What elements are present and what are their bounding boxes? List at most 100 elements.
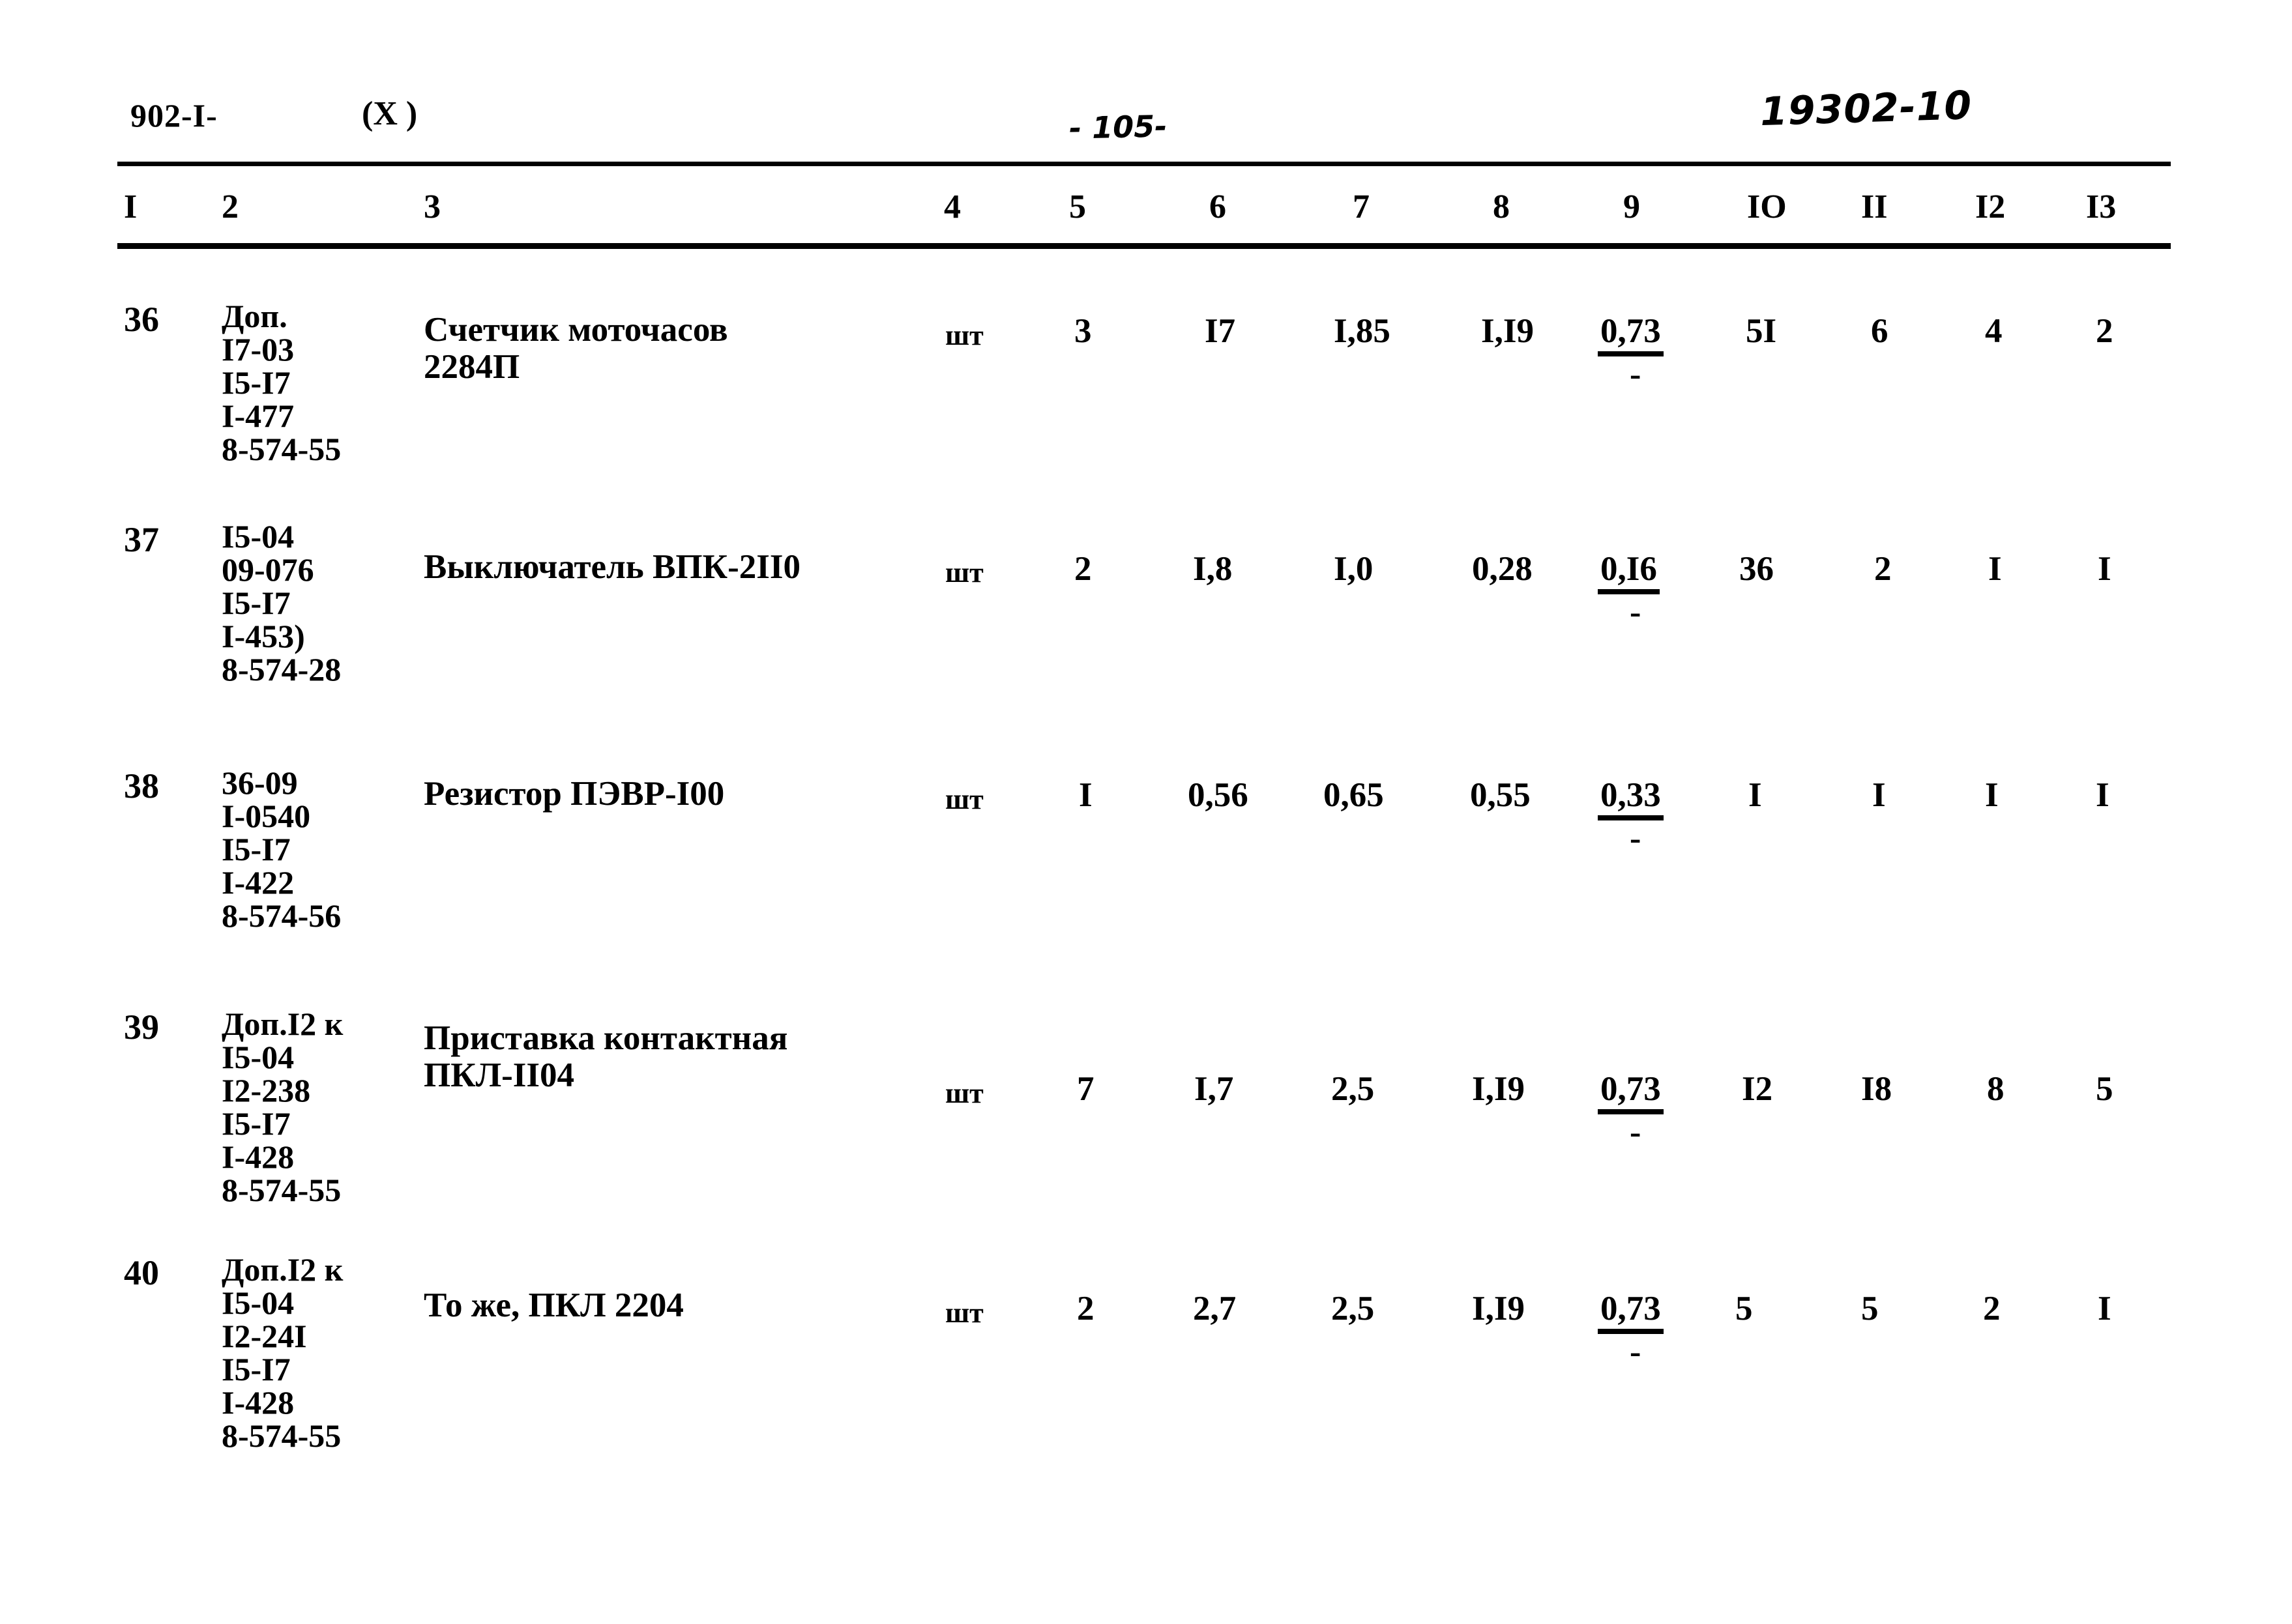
row-number: 40 <box>124 1253 159 1292</box>
value-col-7: 2,5 <box>1331 1290 1375 1327</box>
code-line: 8-574-55 <box>222 431 342 467</box>
value-col-5: 3 <box>1074 312 1092 350</box>
value-col-9: 0,I6 <box>1598 550 1660 595</box>
value-col-9: 0,73 <box>1598 1290 1664 1335</box>
description-line: Счетчик моточасов <box>424 311 728 349</box>
column-header-13: I3 <box>2086 188 2117 225</box>
row-codes: 36-09 I-0540 I5-I7 I-422 8-574-56 <box>222 766 341 933</box>
value-col-11: 5 <box>1861 1290 1879 1327</box>
column-header-12: I2 <box>1975 188 2006 225</box>
row-description: Выключатель ВПК-2II0 <box>424 548 801 586</box>
column-header-7: 7 <box>1353 188 1370 225</box>
code-line: 8-574-28 <box>222 651 342 688</box>
code-line: Доп.I2 к <box>222 1006 344 1042</box>
value-col-9-underlined: 0,73 <box>1598 1290 1664 1335</box>
value-col-7: I,0 <box>1334 550 1374 588</box>
value-col-6: I,8 <box>1193 550 1233 588</box>
document-left-code: 902-I- <box>130 97 218 134</box>
description-line: То же, ПКЛ 2204 <box>424 1286 684 1324</box>
value-col-9-underlined: 0,I6 <box>1598 550 1660 595</box>
code-line: I5-04 <box>222 518 295 555</box>
code-line: I-477 <box>222 398 295 434</box>
row-number: 37 <box>124 520 159 559</box>
value-col-9-dash: - <box>1630 820 1641 857</box>
column-header-6: 6 <box>1209 188 1226 225</box>
code-line: I-428 <box>222 1384 295 1421</box>
code-line: I5-I7 <box>222 831 291 867</box>
value-col-6: 2,7 <box>1193 1290 1237 1327</box>
value-col-6: 0,56 <box>1188 776 1248 814</box>
column-header-2: 2 <box>222 188 239 225</box>
row-description: То же, ПКЛ 2204 <box>424 1286 684 1324</box>
unit-cell: шт <box>945 319 984 351</box>
value-col-8: I,I9 <box>1472 1290 1525 1327</box>
value-col-11: 2 <box>1874 550 1892 588</box>
value-col-9: 0,73 <box>1598 313 1664 357</box>
row-codes: I5-04 09-076 I5-I7 I-453) 8-574-28 <box>222 520 341 686</box>
value-col-12: 8 <box>1987 1070 2005 1108</box>
code-line: 09-076 <box>222 551 314 588</box>
code-line: I2-238 <box>222 1072 311 1109</box>
value-col-7: 2,5 <box>1331 1070 1375 1108</box>
row-description: Счетчик моточасов 2284П <box>424 311 728 386</box>
description-line: Приставка контактная <box>424 1019 788 1057</box>
code-line: I7-03 <box>222 331 295 368</box>
code-line: 8-574-56 <box>222 897 342 934</box>
value-col-13: I <box>2098 550 2111 588</box>
value-col-13: 2 <box>2096 312 2113 350</box>
code-line: 8-574-55 <box>222 1417 342 1454</box>
value-col-13: I <box>2096 776 2109 814</box>
column-header-3: 3 <box>424 188 441 225</box>
code-line: I5-I7 <box>222 1351 291 1387</box>
value-col-7: 0,65 <box>1323 776 1384 814</box>
code-line: I5-I7 <box>222 1105 291 1142</box>
value-col-9-underlined: 0,33 <box>1598 776 1664 821</box>
value-col-6: I7 <box>1205 312 1236 350</box>
value-col-9: 0,73 <box>1598 1070 1664 1115</box>
unit-cell: шт <box>945 1077 984 1109</box>
description-line: Резистор ПЭВР-I00 <box>424 775 725 813</box>
column-header-1: I <box>124 188 138 225</box>
page-number: - 105- <box>1068 108 1168 146</box>
column-header-5: 5 <box>1069 188 1086 225</box>
value-col-13: I <box>2098 1290 2111 1327</box>
row-codes: Доп.I2 к I5-04 I2-24I I5-I7 I-428 8-574-… <box>222 1253 343 1453</box>
header-rule-top <box>117 162 2171 166</box>
column-header-10: IO <box>1747 188 1787 225</box>
value-col-11: I8 <box>1861 1070 1892 1108</box>
unit-cell: шт <box>945 1297 984 1329</box>
code-line: I5-I7 <box>222 585 291 621</box>
value-col-8: 0,55 <box>1470 776 1531 814</box>
unit-cell: шт <box>945 557 984 588</box>
column-header-4: 4 <box>944 188 961 225</box>
description-line: Выключатель ВПК-2II0 <box>424 548 801 586</box>
value-col-6: I,7 <box>1194 1070 1234 1108</box>
value-col-10: I2 <box>1742 1070 1773 1108</box>
code-line: Доп. <box>222 298 287 334</box>
value-col-12: 4 <box>1985 312 2003 350</box>
row-description: Резистор ПЭВР-I00 <box>424 775 725 813</box>
unit-cell: шт <box>945 783 984 815</box>
row-number: 38 <box>124 766 159 805</box>
value-col-11: 6 <box>1871 312 1888 350</box>
row-number: 39 <box>124 1008 159 1047</box>
column-header-11: II <box>1861 188 1888 225</box>
value-col-11: I <box>1872 776 1886 814</box>
code-line: I-428 <box>222 1138 295 1175</box>
value-col-12: 2 <box>1983 1290 2001 1327</box>
value-col-8: 0,28 <box>1472 550 1533 588</box>
row-codes: Доп.I2 к I5-04 I2-238 I5-I7 I-428 8-574-… <box>222 1008 343 1207</box>
value-col-9-underlined: 0,73 <box>1598 1070 1664 1115</box>
code-line: I5-I7 <box>222 364 291 401</box>
document-number-handwritten: 19302-10 <box>1759 82 1973 136</box>
document-variant-marker: (X ) <box>362 95 418 132</box>
description-line: ПКЛ-II04 <box>424 1056 575 1095</box>
code-line: I-453) <box>222 618 305 654</box>
code-line: I5-04 <box>222 1039 295 1075</box>
value-col-5: 7 <box>1077 1070 1095 1108</box>
value-col-8: I,I9 <box>1481 312 1535 350</box>
value-col-9: 0,33 <box>1598 776 1664 821</box>
value-col-10: 5 <box>1735 1290 1753 1327</box>
value-col-5: I <box>1079 776 1093 814</box>
code-line: 36-09 <box>222 764 298 801</box>
